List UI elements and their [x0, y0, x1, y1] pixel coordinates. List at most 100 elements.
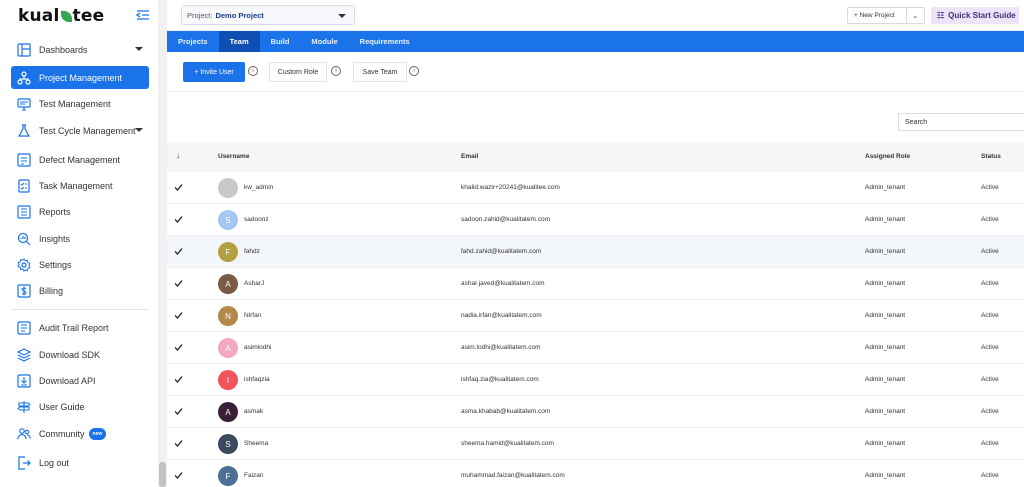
checkbox-checked-icon[interactable]: [174, 471, 183, 480]
username-cell: ishfaqzia: [244, 376, 270, 383]
checkbox-checked-icon[interactable]: [174, 343, 183, 352]
email-cell: muhammad.faizan@kualitatem.com: [461, 472, 565, 479]
email-cell: sadoon.zahid@kualitatem.com: [461, 216, 550, 223]
checkbox-checked-icon[interactable]: [174, 311, 183, 320]
status-cell: Active: [981, 472, 999, 479]
chevron-down-icon[interactable]: ⌄: [907, 12, 925, 20]
users-icon: [17, 427, 31, 439]
table-row[interactable]: Ffahdz fahd.zahid@kualitatem.com Admin_ten…: [167, 236, 1024, 268]
audit-icon: [17, 320, 31, 335]
sidebar-item-download-sdk[interactable]: Download SDK: [11, 343, 149, 366]
tab-team[interactable]: Team: [218, 31, 260, 52]
table-header: ↓ Username Email Assigned Role Status: [167, 142, 1024, 172]
sort-arrow-icon[interactable]: ↓: [176, 151, 180, 160]
sidebar-item-label: Test Cycle Management: [39, 125, 136, 136]
invite-user-button[interactable]: + Invite User: [183, 62, 245, 82]
sidebar-item-defect-management[interactable]: Defect Management: [11, 148, 149, 171]
tab-build[interactable]: Build: [260, 31, 301, 52]
sidebar-item-insights[interactable]: Insights: [11, 227, 149, 250]
sidebar-item-label: Community: [39, 428, 85, 439]
table-row[interactable]: S Sheema sheema.hamid@kualitatem.com Admin_…: [167, 428, 1024, 460]
checklist-icon: [18, 178, 30, 193]
sidebar-item-log-out[interactable]: Log out: [11, 451, 149, 474]
sidebar-item-test-cycle-management[interactable]: Test Cycle Management: [11, 119, 149, 142]
sidebar-item-community[interactable]: Community new: [11, 422, 149, 445]
role-cell: Admin_tenant: [865, 248, 906, 255]
sidebar-item-label: Dashboards: [39, 44, 88, 55]
table-row[interactable]: Iishfaqzia ishfaq.zia@kualitatem.com Admin…: [167, 364, 1024, 396]
table-row[interactable]: F Faizan muhammad.faizan@kualitatem.com Adm…: [167, 460, 1024, 487]
sidebar-item-settings[interactable]: Settings: [11, 253, 149, 276]
save-team-button[interactable]: Save Team: [353, 62, 407, 82]
avatar: F: [218, 466, 238, 486]
header-status[interactable]: Status: [981, 153, 1001, 160]
header-email[interactable]: Email: [461, 153, 478, 160]
flask-icon: [17, 123, 31, 137]
signpost-icon: [17, 400, 31, 413]
logo[interactable]: kual tee: [18, 6, 104, 26]
info-icon[interactable]: i: [409, 66, 419, 76]
gear-icon: [17, 257, 31, 272]
checkbox-checked-icon[interactable]: [174, 247, 183, 256]
sidebar-item-download-api[interactable]: Download API: [11, 369, 149, 392]
checkbox-checked-icon[interactable]: [174, 183, 183, 192]
status-cell: Active: [981, 248, 999, 255]
quick-start-guide-button[interactable]: ☷ Quick Start Guide: [931, 7, 1019, 24]
report-icon: [17, 204, 31, 219]
sidebar-item-billing[interactable]: Billing: [11, 279, 149, 302]
role-cell: Admin_tenant: [865, 184, 906, 191]
sidebar-scrollbar-thumb[interactable]: [159, 462, 166, 487]
sidebar-divider: [11, 309, 149, 310]
project-tree-icon: [17, 70, 31, 85]
avatar: I: [218, 370, 238, 390]
custom-role-button[interactable]: Custom Role: [269, 62, 327, 82]
role-cell: Admin_tenant: [865, 344, 906, 351]
username-cell: AsharJ: [244, 280, 265, 287]
table-row[interactable]: N Nirfan nadia.irfan@kualitatem.com Admin_t…: [167, 300, 1024, 332]
quick-start-label: Quick Start Guide: [948, 11, 1016, 20]
sidebar: kual tee Dashboards Project Management Te…: [0, 0, 158, 487]
checkbox-checked-icon[interactable]: [174, 407, 183, 416]
sidebar-scrollbar-track[interactable]: [158, 0, 167, 487]
checkbox-checked-icon[interactable]: [174, 279, 183, 288]
header-username[interactable]: Username: [218, 153, 249, 160]
status-cell: Active: [981, 440, 999, 447]
info-icon[interactable]: i: [248, 66, 258, 76]
username-cell: asimlodhi: [244, 344, 272, 351]
table-row[interactable]: Aasmak asma.khabab@kualitatem.com Admin_te…: [167, 396, 1024, 428]
project-select[interactable]: Project: Demo Project: [181, 5, 355, 25]
header-assigned-role[interactable]: Assigned Role: [865, 153, 910, 160]
new-project-label[interactable]: + New Project: [848, 8, 907, 23]
table-row[interactable]: Aasimlodhi asim.lodhi@kualitatem.com Admin…: [167, 332, 1024, 364]
table-row[interactable]: kw_admin khalid.wazir+20241@kualitee.com A…: [167, 172, 1024, 204]
sidebar-item-project-management[interactable]: Project Management: [11, 66, 149, 89]
sidebar-item-label: Insights: [39, 233, 71, 244]
sidebar-item-dashboards[interactable]: Dashboards: [11, 38, 149, 61]
checkbox-checked-icon[interactable]: [174, 439, 183, 448]
tab-projects[interactable]: Projects: [167, 31, 219, 52]
checkbox-checked-icon[interactable]: [174, 375, 183, 384]
table-row[interactable]: Ssadoonz sadoon.zahid@kualitatem.com Admin…: [167, 204, 1024, 236]
sidebar-item-reports[interactable]: Reports: [11, 200, 149, 223]
collapse-sidebar-icon[interactable]: [136, 9, 150, 21]
role-cell: Admin_tenant: [865, 472, 906, 479]
dollar-icon: [17, 283, 31, 298]
table-row[interactable]: A AsharJ ashar.javed@kualitatem.com Admin_t…: [167, 268, 1024, 300]
sidebar-item-user-guide[interactable]: User Guide: [11, 395, 149, 418]
username-cell: sadoonz: [244, 216, 269, 223]
tab-requirements[interactable]: Requirements: [349, 31, 421, 52]
search-input[interactable]: Search: [898, 113, 1024, 131]
top-bar: Project: Demo Project + New Project ⌄ ☷ …: [167, 0, 1024, 31]
new-project-button[interactable]: + New Project ⌄: [847, 7, 925, 24]
avatar: N: [218, 306, 238, 326]
sidebar-item-audit-trail-report[interactable]: Audit Trail Report: [11, 316, 149, 339]
sidebar-item-task-management[interactable]: Task Management: [11, 174, 149, 197]
checkbox-checked-icon[interactable]: [174, 215, 183, 224]
info-icon[interactable]: i: [331, 66, 341, 76]
email-cell: sheema.hamid@kualitatem.com: [461, 440, 554, 447]
project-select-value: Demo Project: [215, 10, 264, 20]
sidebar-item-label: Log out: [39, 457, 70, 468]
sidebar-item-test-management[interactable]: Test Management: [11, 92, 149, 115]
username-cell: Sheema: [244, 440, 269, 447]
tab-module[interactable]: Module: [300, 31, 348, 52]
